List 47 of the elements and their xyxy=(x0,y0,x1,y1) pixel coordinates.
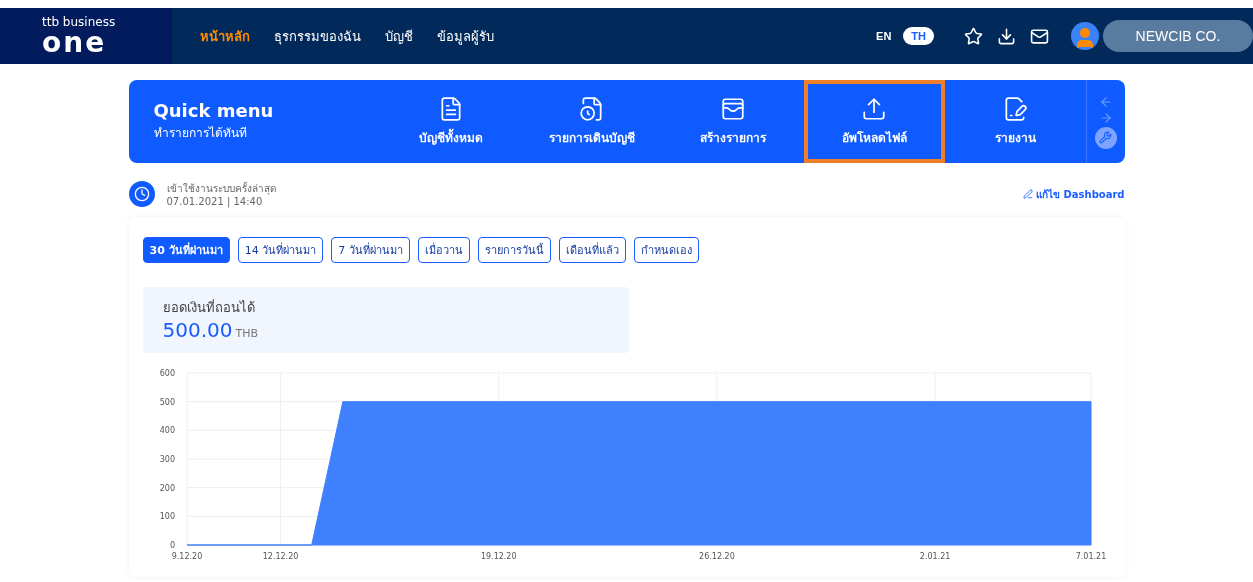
star-icon[interactable] xyxy=(964,26,983,46)
logo[interactable]: ttb business one xyxy=(0,8,172,64)
axis-label: 500 xyxy=(159,397,175,407)
period-filter[interactable]: กำหนดเอง xyxy=(633,237,699,263)
quick-menu-item[interactable]: บัญชีทั้งหมด xyxy=(380,80,522,163)
language-toggle[interactable]: EN xyxy=(868,27,900,45)
axis-label: 600 xyxy=(159,369,175,378)
pen-icon xyxy=(1023,189,1034,199)
balance-label: ยอดเงินที่ถอนได้ xyxy=(162,298,256,317)
axis-label: 9.12.20 xyxy=(171,552,202,561)
axis-label: 400 xyxy=(159,426,175,436)
avatar-icon[interactable] xyxy=(1071,22,1099,50)
nav-link[interactable]: ข้อมูลผู้รับ xyxy=(437,25,494,47)
mail-icon[interactable] xyxy=(1030,26,1049,46)
period-filter[interactable]: 7 วันที่ผ่านมา xyxy=(331,237,410,263)
axis-label: 0 xyxy=(169,541,175,550)
last-login-label: เข้าใช้งานระบบครั้งล่าสุด xyxy=(166,181,277,196)
quick-menu-item[interactable]: สร้างรายการ xyxy=(662,80,804,163)
last-login-time: 07.01.2021 | 14:40 xyxy=(166,196,264,207)
balance-amount: 500.00 xyxy=(162,318,233,342)
language-toggle[interactable]: TH xyxy=(903,27,934,45)
axis-label: 26.12.20 xyxy=(698,552,735,561)
period-filter[interactable]: 14 วันที่ผ่านมา xyxy=(237,237,324,263)
nav-link[interactable]: ธุรกรรมของฉัน xyxy=(274,25,361,47)
period-filter[interactable]: รายการวันนี้ xyxy=(477,237,551,263)
download-icon[interactable] xyxy=(997,26,1016,46)
clock-icon xyxy=(128,181,155,207)
axis-label: 200 xyxy=(159,483,175,493)
period-filter[interactable]: เมื่อวาน xyxy=(417,237,470,263)
quick-menu-subtitle: ทำรายการได้ทันที xyxy=(153,125,248,142)
period-filter[interactable]: เดือนที่แล้ว xyxy=(558,237,626,263)
axis-label: 2.01.21 xyxy=(919,552,950,561)
axis-label: 100 xyxy=(159,512,175,522)
nav-link[interactable]: บัญชี xyxy=(385,25,413,47)
nav-link[interactable]: หน้าหลัก xyxy=(200,25,250,47)
quick-menu-item[interactable]: อัพโหลดไฟล์ xyxy=(803,80,945,163)
currency: THB xyxy=(235,327,259,340)
quick-menu-title: Quick menu xyxy=(153,100,275,121)
edit-dashboard-link[interactable]: แก้ไข Dashboard xyxy=(1023,186,1125,202)
axis-label: 7.01.21 xyxy=(1075,552,1106,561)
axis-label: 300 xyxy=(159,455,175,464)
period-filter[interactable]: 30 วันที่ผ่านมา xyxy=(142,237,230,263)
quick-menu-item[interactable]: รายงาน xyxy=(944,80,1086,163)
axis-label: 12.12.20 xyxy=(262,552,298,561)
quick-menu-item[interactable]: รายการเดินบัญชี xyxy=(521,80,663,163)
company-button[interactable]: NEWCIB CO. xyxy=(1103,20,1253,52)
axis-label: 19.12.20 xyxy=(480,552,517,561)
